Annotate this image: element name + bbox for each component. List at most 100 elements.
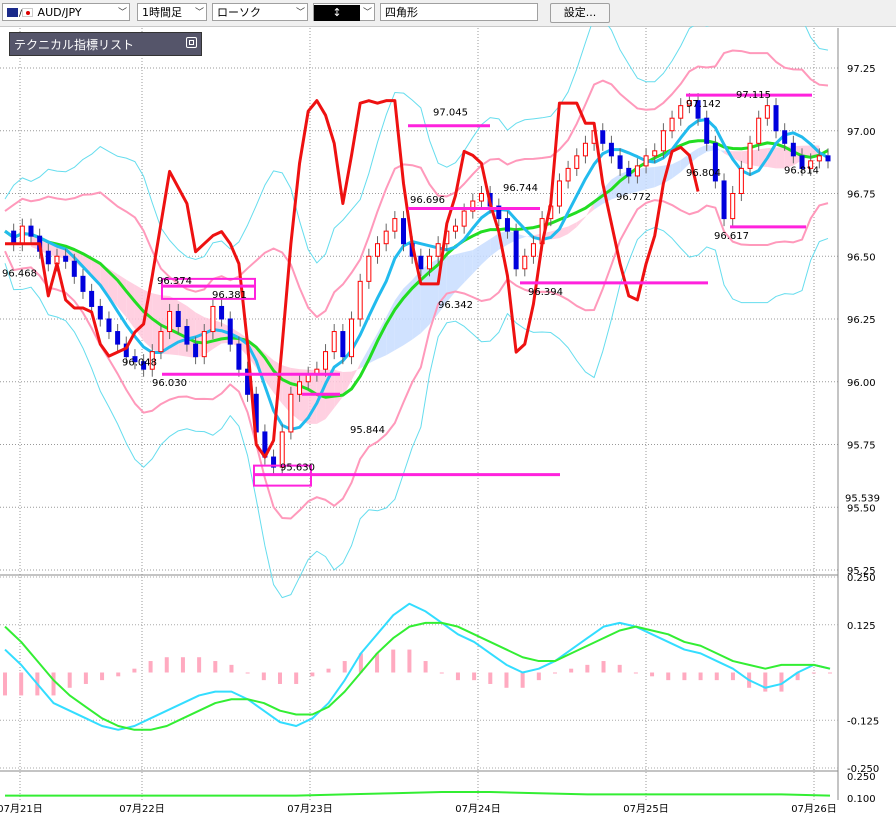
candle-down [773, 105, 779, 132]
indicator-list-title: テクニカル指標リスト [14, 38, 135, 52]
candle-up [297, 381, 303, 395]
histogram-bar [245, 672, 250, 674]
candle-up [331, 331, 337, 353]
cursor-icon: ↕ [314, 5, 360, 21]
shape-field[interactable]: 四角形 [380, 3, 538, 21]
cloud-segment [646, 167, 655, 190]
chart-area: 96.468 96.048 96.030 96.374 96.381 95.630 95.8… [0, 26, 880, 815]
histogram-bar [213, 661, 218, 673]
histogram-bar [488, 672, 493, 684]
cloud-segment [464, 250, 473, 283]
candle-up [478, 193, 484, 202]
candle-down [626, 167, 632, 177]
histogram-bar [407, 649, 412, 673]
candle-up [652, 150, 658, 157]
histogram-bar [682, 672, 687, 681]
histogram-bar [132, 668, 137, 673]
chart-style-select[interactable]: ローソク ﹀ [212, 3, 308, 21]
candle-down [782, 130, 788, 144]
histogram-bar [714, 672, 719, 681]
histogram-bar [164, 657, 169, 673]
candle-up [435, 243, 441, 257]
histogram-bar [472, 672, 477, 681]
cloud-segment [490, 233, 499, 257]
collapse-icon[interactable] [186, 37, 197, 48]
y-tick-label: 96.00 [847, 378, 876, 389]
price-label: 96.696 [410, 195, 445, 206]
candle-down [115, 331, 121, 345]
candle-down [106, 318, 112, 333]
candle-up [461, 210, 467, 227]
histogram-bar [294, 672, 299, 684]
histogram-bar [326, 668, 331, 673]
y-tick-label: 96.25 [847, 315, 876, 326]
x-tick-label: 07月24日 [455, 803, 500, 815]
candle-down [45, 250, 51, 265]
y-tick-label: 97.25 [847, 64, 876, 75]
candle-down [340, 331, 346, 358]
histogram-bar [650, 672, 655, 677]
price-label: 96.394 [528, 287, 563, 298]
candle-down [227, 318, 233, 345]
histogram-bar [51, 672, 56, 696]
draw-tool-select[interactable]: ↕ ﹀ [313, 3, 375, 21]
price-label: 96.342 [438, 300, 473, 311]
histogram-bar [261, 672, 266, 681]
histogram-bar [180, 657, 185, 673]
candle-down [193, 343, 199, 358]
timeframe-select[interactable]: 1時間足 ﹀ [137, 3, 207, 21]
x-tick-label: 07月21日 [0, 803, 43, 815]
chevron-down-icon: ﹀ [194, 8, 204, 18]
grid-lines [0, 28, 839, 800]
symbol-select[interactable]: / AUD/JPY ﹀ [2, 3, 130, 21]
candle-up [349, 318, 355, 358]
price-label: 95.630 [280, 463, 315, 474]
candle-up [201, 331, 207, 358]
chevron-down-icon: ﹀ [295, 8, 305, 18]
settings-button[interactable]: 設定... [550, 3, 610, 23]
y-tick-label: 96.50 [847, 252, 876, 263]
x-axis-labels: 07月21日 07月22日 07月23日 07月24日 07月25日 07月26日 [0, 803, 837, 815]
y-tick-label: -0.125 [847, 716, 879, 727]
candle-up [530, 243, 536, 257]
histogram-bar [811, 672, 816, 674]
histogram-bar [310, 672, 315, 677]
australia-flag-icon [7, 8, 18, 17]
histogram-bar [536, 672, 541, 681]
histogram-bar [666, 672, 671, 681]
cloud-segment [446, 254, 456, 303]
price-label: 97.142 [686, 99, 721, 110]
candle-up [426, 255, 432, 270]
x-tick-label: 07月23日 [287, 803, 332, 815]
histogram-bar [633, 672, 638, 674]
candle-up [764, 105, 770, 119]
macd-line [4, 602, 831, 731]
histogram-bar [585, 664, 590, 673]
histogram-bar [617, 664, 622, 673]
candle-down [513, 230, 519, 270]
chevron-down-icon: ﹀ [117, 8, 127, 18]
candle-up [19, 225, 25, 245]
price-label: 96.374 [157, 276, 192, 287]
bb-upper-2 [4, 26, 829, 264]
candle-up [392, 218, 398, 232]
candle-down [600, 130, 606, 144]
histogram-bar [148, 661, 153, 673]
y-tick-label: 96.75 [847, 190, 876, 201]
histogram-bar [229, 664, 234, 673]
chart-style-label: ローソク [217, 6, 261, 19]
cloud-segment [455, 252, 465, 292]
price-label: 96.814 [784, 165, 819, 176]
timeframe-label: 1時間足 [142, 6, 182, 19]
candle-down [617, 155, 623, 169]
candle-up [375, 243, 381, 257]
histogram-bar [278, 672, 282, 684]
candle-up [288, 393, 294, 433]
price-label: 96.744 [503, 183, 538, 194]
price-label: 96.381 [212, 290, 247, 301]
cloud-segment [672, 160, 681, 179]
indicator-list-panel[interactable]: テクニカル指標リスト [9, 32, 202, 56]
macd-panel: 0.2500.125-0.125-0.250 [0, 573, 879, 775]
cloud-segment [386, 300, 395, 356]
candle-up [816, 155, 822, 162]
